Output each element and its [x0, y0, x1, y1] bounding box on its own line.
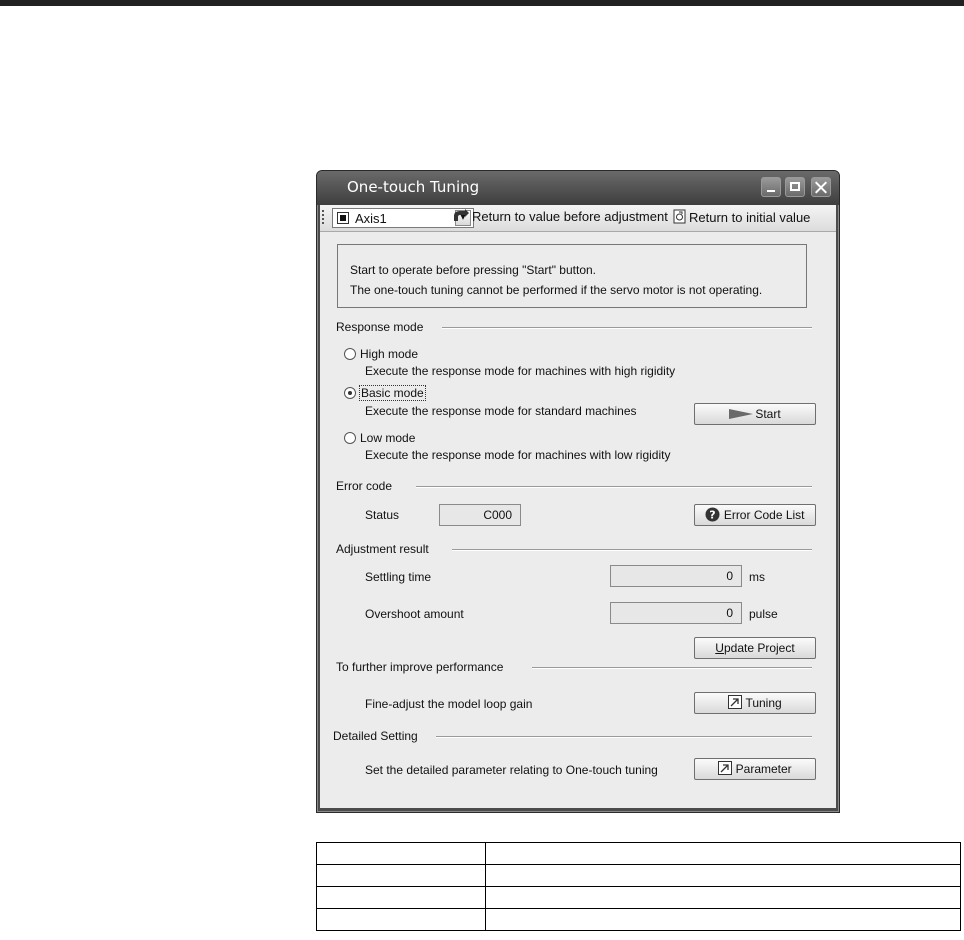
title-bar[interactable]: One-touch Tuning	[317, 171, 839, 205]
table-cell	[316, 886, 486, 909]
table-cell	[485, 908, 961, 931]
toolbar: Axis1 ▾ Return to value before adjustmen…	[320, 205, 836, 232]
table-cell	[316, 908, 486, 931]
adjustment-result-heading: Adjustment result	[336, 542, 429, 556]
settling-time-field: 0	[610, 565, 742, 587]
error-code-list-button[interactable]: ? Error Code List	[694, 504, 816, 526]
minimize-icon[interactable]	[761, 177, 781, 197]
maximize-icon[interactable]	[785, 177, 805, 197]
update-project-button[interactable]: Update Project	[694, 637, 816, 659]
improve-heading: To further improve performance	[336, 660, 504, 674]
low-mode-radio[interactable]	[344, 432, 356, 444]
divider	[416, 486, 812, 488]
svg-text:?: ?	[710, 509, 716, 522]
status-field: C000	[439, 504, 521, 526]
reset-document-icon	[673, 209, 686, 224]
high-mode-label[interactable]: High mode	[360, 347, 418, 361]
table-cell	[485, 886, 961, 909]
table-row	[316, 908, 961, 931]
return-before-label: Return to value before adjustment	[472, 209, 668, 224]
divider	[436, 736, 812, 738]
overshoot-unit: pulse	[749, 607, 778, 621]
axis-select-value: Axis1	[355, 211, 387, 226]
tuning-panel: Start to operate before pressing "Start"…	[320, 232, 836, 808]
basic-mode-label[interactable]: Basic mode	[359, 385, 426, 401]
help-icon: ?	[705, 507, 720, 522]
error-code-list-label: Error Code List	[723, 508, 805, 522]
external-arrow-icon	[718, 761, 733, 775]
basic-mode-description: Execute the response mode for standard m…	[365, 404, 637, 418]
play-icon	[729, 409, 754, 419]
update-project-label: pdate Project	[723, 641, 795, 655]
axis-square-icon	[337, 212, 349, 224]
high-mode-description: Execute the response mode for machines w…	[365, 364, 676, 378]
high-mode-radio[interactable]	[344, 348, 356, 360]
return-before-adjustment-button[interactable]: Return to value before adjustment	[452, 209, 668, 227]
empty-table	[316, 842, 961, 931]
detailed-setting-heading: Detailed Setting	[333, 729, 418, 743]
detailed-setting-text: Set the detailed parameter relating to O…	[365, 763, 658, 777]
basic-mode-radio[interactable]	[344, 387, 356, 399]
toolbar-grip-icon[interactable]	[322, 210, 324, 226]
parameter-button[interactable]: Parameter	[694, 758, 816, 780]
settling-time-label: Settling time	[365, 570, 432, 584]
start-button-label: Start	[755, 407, 781, 421]
page-top-rule	[0, 0, 964, 6]
table-cell	[316, 864, 486, 887]
error-code-heading: Error code	[336, 479, 393, 493]
table-row	[316, 886, 961, 909]
parameter-button-label: Parameter	[735, 762, 792, 776]
settling-time-unit: ms	[749, 570, 765, 584]
update-project-mnemonic: U	[715, 641, 724, 655]
window-title: One-touch Tuning	[347, 178, 480, 196]
tuning-button-label: Tuning	[745, 696, 782, 710]
divider	[532, 667, 812, 669]
return-initial-label: Return to initial value	[689, 210, 811, 225]
info-line-1: Start to operate before pressing "Start"…	[350, 263, 596, 277]
divider	[442, 327, 812, 329]
tuning-button[interactable]: Tuning	[694, 692, 816, 714]
table-cell	[316, 842, 486, 865]
one-touch-tuning-window: One-touch Tuning Axis1 ▾ Return to value…	[316, 170, 840, 813]
info-line-2: The one-touch tuning cannot be performed…	[350, 283, 763, 297]
low-mode-description: Execute the response mode for machines w…	[365, 448, 671, 462]
overshoot-field: 0	[610, 602, 742, 624]
undo-arrow-icon	[454, 209, 469, 221]
table-cell	[485, 864, 961, 887]
response-mode-heading: Response mode	[336, 320, 424, 334]
overshoot-label: Overshoot amount	[365, 607, 464, 621]
close-icon[interactable]	[811, 177, 831, 197]
return-initial-value-button[interactable]: Return to initial value	[673, 209, 810, 227]
start-button[interactable]: Start	[694, 403, 816, 425]
low-mode-label[interactable]: Low mode	[360, 431, 415, 445]
info-box: Start to operate before pressing "Start"…	[337, 244, 807, 308]
table-cell	[485, 842, 961, 865]
divider	[452, 549, 812, 551]
table-row	[316, 864, 961, 887]
table-row	[316, 842, 961, 865]
improve-text: Fine-adjust the model loop gain	[365, 697, 533, 711]
external-arrow-icon	[728, 695, 743, 709]
status-label: Status	[365, 508, 400, 522]
